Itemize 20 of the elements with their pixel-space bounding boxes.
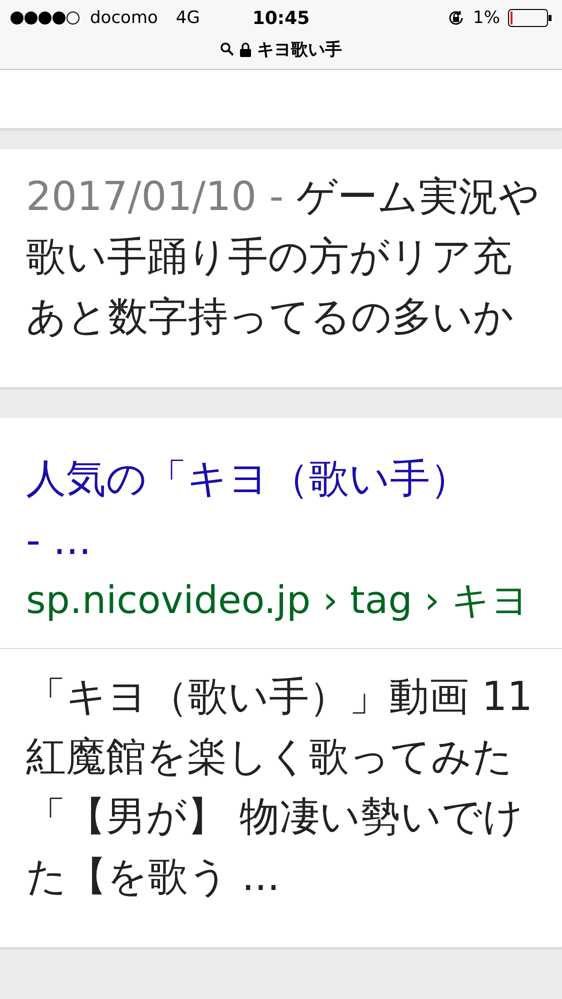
address-query[interactable]: キヨ歌い手 <box>257 38 342 60</box>
carrier-name: docomo <box>90 8 158 28</box>
snippet-text: た【を歌う ... <box>26 853 281 902</box>
signal-icon <box>10 11 82 25</box>
result-title-link[interactable]: - ... <box>26 510 536 572</box>
network-type: 4G <box>176 8 200 28</box>
snippet-text: 2017/01/10 - ゲーム実況や <box>26 173 536 222</box>
result-title-link[interactable]: 人気の「キヨ（歌い手） <box>26 448 536 510</box>
result-url: sp.nicovideo.jp › tag › キヨ <box>26 577 531 624</box>
snippet-text: 紅魔館を楽しく歌ってみた <box>26 733 514 782</box>
search-icon <box>220 42 234 56</box>
rotation-lock-icon <box>447 9 466 27</box>
battery-percent: 1% <box>473 8 500 28</box>
snippet-text: 「キヨ（歌い手）」動画 11 <box>26 673 534 722</box>
clock-time: 10:45 <box>252 8 310 28</box>
snippet-text: 「【男が】 物凄い勢いでけ <box>26 793 525 842</box>
snippet-text: 歌い手踊り手の方がリア充 <box>26 233 513 282</box>
lock-icon <box>240 42 251 56</box>
snippet-text: あと数字持ってるの多いか <box>26 293 515 342</box>
battery-icon <box>508 9 552 27</box>
